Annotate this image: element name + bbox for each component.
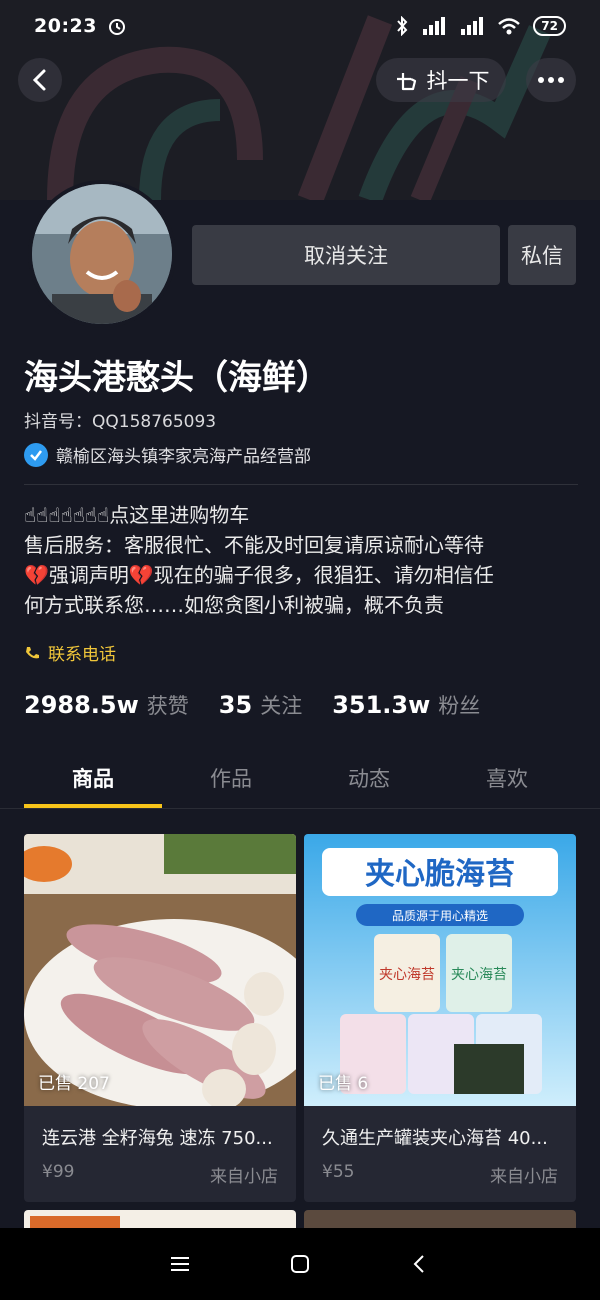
menu-icon[interactable]: [169, 1254, 191, 1274]
home-icon[interactable]: [289, 1253, 311, 1275]
bluetooth-icon: [397, 16, 408, 36]
product-title: 连云港 全籽海兔 速冻 750...: [42, 1128, 273, 1149]
product-card-peek[interactable]: [24, 1210, 296, 1230]
more-dot: [538, 77, 544, 83]
back-button[interactable]: [18, 58, 62, 102]
phone-icon: [26, 646, 39, 658]
verified-check-icon: [24, 442, 48, 467]
signal-icon-2: [461, 17, 484, 35]
bio-line: 售后服务：客服很忙、不能及时回复请原谅耐心等待: [24, 533, 484, 557]
battery-indicator: 72: [533, 16, 566, 36]
stat-followers[interactable]: 351.3w 粉丝: [332, 690, 480, 720]
more-dot: [548, 77, 554, 83]
avatar[interactable]: [28, 180, 176, 328]
wifi-icon: [498, 18, 521, 35]
profile-tabs: 商品 作品 动态 喜欢: [24, 752, 576, 808]
more-button[interactable]: [526, 58, 576, 102]
seaweed-cans-photo: 夹心脆海苔 品质源于用心精选 夹心海苔 夹心海苔: [304, 834, 576, 1106]
verification-text: 赣榆区海头镇李家亮海产品经营部: [56, 447, 311, 467]
message-button[interactable]: 私信: [508, 225, 576, 285]
product-headline: 夹心脆海苔: [365, 857, 515, 892]
tab-activity[interactable]: 动态: [300, 752, 438, 808]
stat-following[interactable]: 35 关注: [219, 690, 302, 720]
sold-count: 已售 6: [318, 1074, 369, 1094]
product-card[interactable]: 夹心脆海苔 品质源于用心精选 夹心海苔 夹心海苔 已售 6 久通生产罐装夹心海苔…: [304, 834, 576, 1202]
product-price: ¥55: [322, 1162, 355, 1182]
shake-button[interactable]: 抖一下: [376, 58, 506, 102]
more-dot: [558, 77, 564, 83]
alarm-icon: [108, 19, 125, 35]
contact-phone-link[interactable]: 联系电话: [24, 640, 116, 665]
product-source: 来自小店: [490, 1167, 558, 1187]
product-subline: 品质源于用心精选: [392, 909, 488, 923]
can-label: 夹心海苔: [379, 966, 435, 983]
bio: ☝☝☝☝☝☝☝点这里进购物车 售后服务：客服很忙、不能及时回复请原谅耐心等待 💔…: [24, 500, 580, 620]
tab-likes[interactable]: 喜欢: [438, 752, 576, 808]
back-icon[interactable]: [409, 1253, 431, 1275]
stat-number: 351.3w: [332, 691, 431, 719]
stat-number: 2988.5w: [24, 691, 139, 719]
shake-label: 抖一下: [426, 69, 490, 93]
hand-point-icon: [396, 73, 416, 91]
profile-name: 海头港憨头（海鲜）: [24, 358, 330, 398]
status-bar: 20:23 72: [0, 0, 600, 52]
verification-row: 赣榆区海头镇李家亮海产品经营部: [24, 442, 311, 467]
status-time: 20:23: [34, 15, 97, 37]
product-source: 来自小店: [210, 1167, 278, 1187]
bio-line: 💔强调声明💔现在的骗子很多，很猖狂、请勿相信任: [24, 563, 494, 587]
unfollow-button[interactable]: 取消关注: [192, 225, 500, 285]
system-nav-bar: [0, 1228, 600, 1300]
bio-line: 何方式联系您……如您贪图小利被骗，概不负责: [24, 593, 444, 617]
divider: [0, 808, 600, 809]
avatar-photo: [32, 184, 172, 324]
stats-row: 2988.5w 获赞 35 关注 351.3w 粉丝: [24, 690, 480, 720]
tab-works[interactable]: 作品: [162, 752, 300, 808]
douyin-id: 抖音号：QQ158765093: [24, 412, 217, 432]
back-arrow-icon: [32, 69, 46, 91]
can-label: 夹心海苔: [451, 966, 507, 983]
tab-products[interactable]: 商品: [24, 752, 162, 808]
product-image: 夹心脆海苔 品质源于用心精选 夹心海苔 夹心海苔 已售 6: [304, 834, 576, 1106]
stat-label: 粉丝: [438, 694, 481, 718]
squid-photo: [24, 834, 296, 1106]
product-price: ¥99: [42, 1162, 75, 1182]
divider: [24, 484, 578, 485]
stat-label: 关注: [260, 694, 303, 718]
signal-icon: [423, 17, 446, 35]
product-card-peek[interactable]: [304, 1210, 576, 1230]
sold-count: 已售 207: [38, 1074, 110, 1094]
contact-phone-label: 联系电话: [48, 645, 116, 665]
bio-line[interactable]: ☝☝☝☝☝☝☝点这里进购物车: [24, 500, 580, 530]
product-card[interactable]: 已售 207 连云港 全籽海兔 速冻 750... ¥99 来自小店: [24, 834, 296, 1202]
product-title: 久通生产罐装夹心海苔 40...: [322, 1128, 548, 1149]
stat-number: 35: [218, 691, 253, 719]
product-image: 已售 207: [24, 834, 296, 1106]
stat-likes: 2988.5w 获赞: [24, 690, 189, 720]
stat-label: 获赞: [146, 694, 189, 718]
